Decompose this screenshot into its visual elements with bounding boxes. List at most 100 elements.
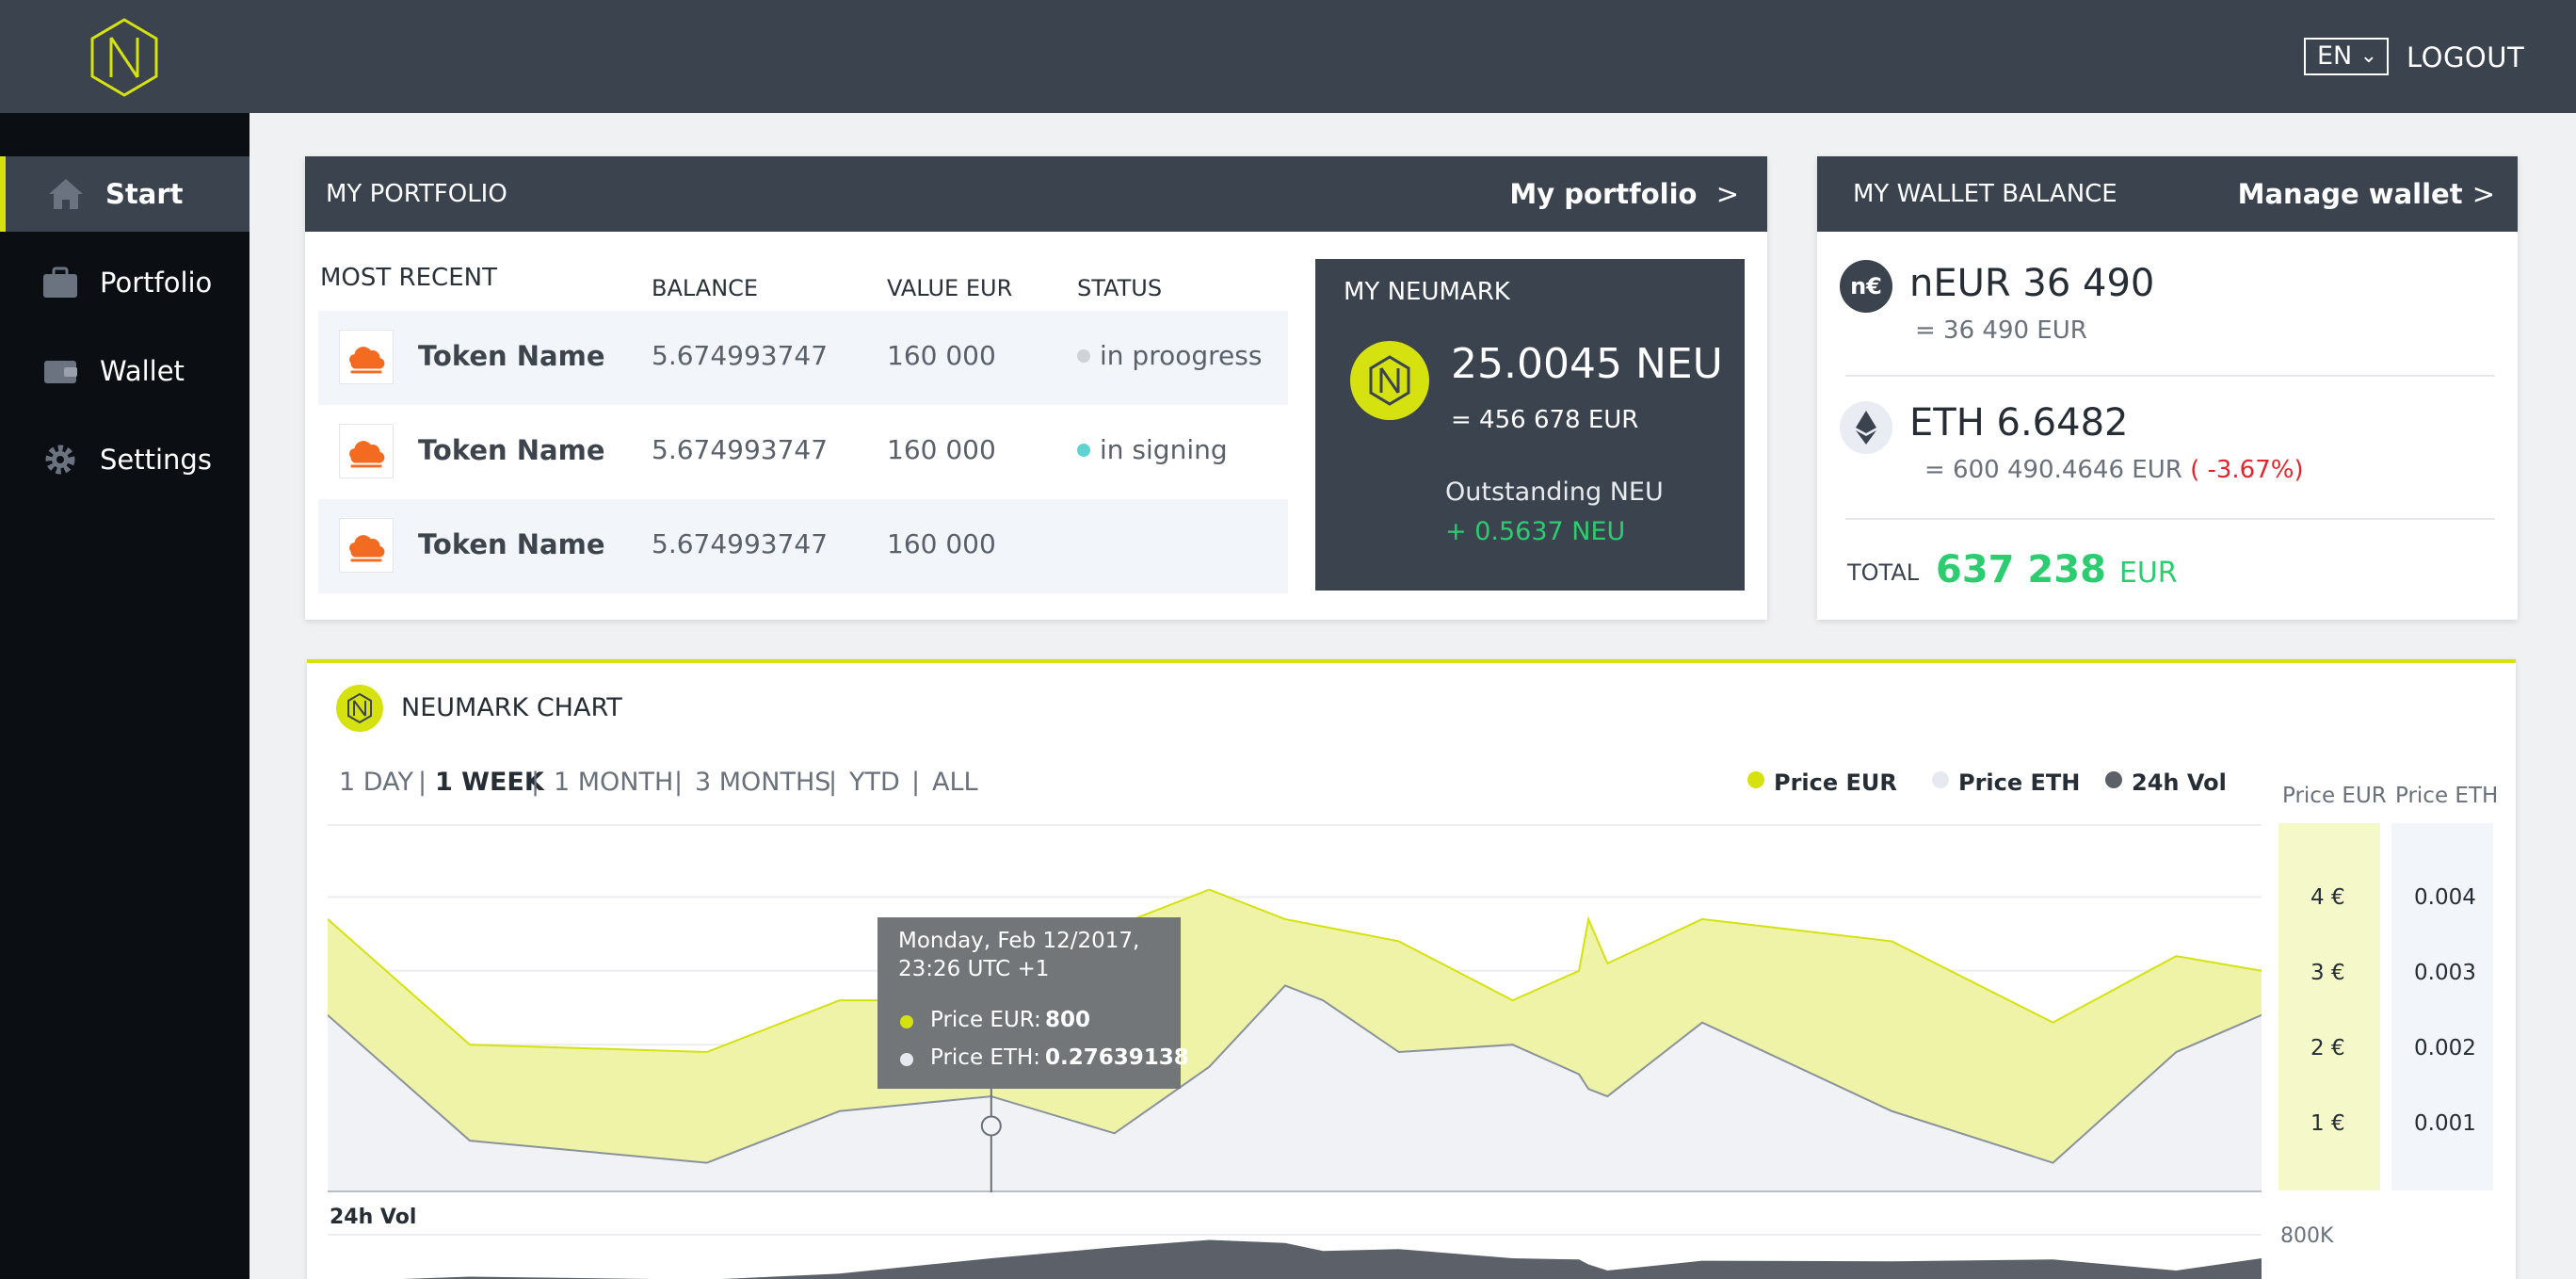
sidebar-item-start[interactable]: Start xyxy=(0,156,250,232)
language-value: EN xyxy=(2317,41,2353,71)
sidebar-item-label: Portfolio xyxy=(100,267,213,299)
my-neumark-box: MY NEUMARK 25.0045 NEU = 456 678 EUR Out… xyxy=(1315,259,1745,591)
eth-tick: 0.004 xyxy=(2414,885,2476,910)
tooltip-eth-dot xyxy=(900,1053,913,1066)
token-value: 160 000 xyxy=(887,528,996,559)
legend-price-eur[interactable]: Price EUR xyxy=(1747,769,1897,797)
ethereum-icon xyxy=(1840,401,1892,454)
legend-24h-vol[interactable]: 24h Vol xyxy=(2105,769,2227,797)
most-recent-label: MOST RECENT xyxy=(320,264,497,292)
token-value: 160 000 xyxy=(887,340,996,371)
axis-column-eth: 0.004 0.003 0.002 0.001 xyxy=(2391,823,2493,1190)
sidebar-item-label: Settings xyxy=(100,444,212,476)
top-bar: EN ⌄ LOGOUT xyxy=(0,0,2576,113)
my-neumark-title: MY NEUMARK xyxy=(1344,278,1510,306)
sidebar-item-wallet[interactable]: Wallet xyxy=(0,333,250,409)
chart-tooltip: Monday, Feb 12/2017, 23:26 UTC +1 Price … xyxy=(877,917,1189,1089)
axis-column-eur: 4 € 3 € 2 € 1 € xyxy=(2278,823,2380,1190)
manage-wallet-link[interactable]: Manage wallet > xyxy=(2238,177,2495,211)
chevron-right-icon: > xyxy=(1715,178,1739,210)
status-dot xyxy=(1077,349,1090,363)
range-separator: | xyxy=(674,768,684,797)
token-balance: 5.674993747 xyxy=(652,434,829,465)
range-1-day[interactable]: 1 DAY xyxy=(339,767,413,799)
axis-header-eur: Price EUR xyxy=(2282,784,2387,808)
eth-tick: 0.002 xyxy=(2414,1036,2476,1060)
vol-tick: 800K xyxy=(2280,1224,2334,1248)
eur-tick: 4 € xyxy=(2310,885,2345,910)
sidebar-item-label: Start xyxy=(105,178,184,210)
my-portfolio-link[interactable]: My portfolio > xyxy=(1509,177,1739,211)
sidebar-item-label: Wallet xyxy=(100,355,185,387)
neumark-eur-value: = 456 678 EUR xyxy=(1451,406,1639,434)
tooltip-eur-value: 800 xyxy=(1045,1008,1091,1032)
token-balance: 5.674993747 xyxy=(652,528,829,559)
neumark-logo[interactable] xyxy=(89,17,160,98)
price-chart[interactable] xyxy=(328,823,2262,1192)
total-label: TOTAL xyxy=(1847,559,1920,586)
neumark-coin-icon xyxy=(1350,341,1429,420)
eth-tick: 0.003 xyxy=(2414,961,2476,985)
outstanding-neu-label: Outstanding NEU xyxy=(1445,478,1664,507)
range-ytd[interactable]: YTD xyxy=(849,767,900,799)
total-value: 637 238 EUR xyxy=(1936,548,2178,591)
token-name: Token Name xyxy=(418,340,605,372)
range-1-month[interactable]: 1 MONTH xyxy=(554,767,673,799)
table-row[interactable]: Token Name 5.674993747 160 000 in signin… xyxy=(318,405,1288,499)
range-1-week[interactable]: 1 WEEK xyxy=(435,767,544,799)
portfolio-title: MY PORTFOLIO xyxy=(326,180,507,208)
token-balance: 5.674993747 xyxy=(652,340,829,371)
sidebar: Start Portfolio Wallet Settings xyxy=(0,113,250,1279)
tooltip-date: Monday, Feb 12/2017, xyxy=(898,929,1140,953)
tooltip-eur-dot xyxy=(900,1015,913,1028)
status-dot xyxy=(1077,444,1090,457)
range-separator: | xyxy=(418,768,427,797)
chevron-down-icon: ⌄ xyxy=(2359,44,2377,68)
token-status: in signing xyxy=(1077,434,1228,465)
token-name: Token Name xyxy=(418,528,605,560)
token-value: 160 000 xyxy=(887,434,996,465)
column-header-balance: BALANCE xyxy=(652,275,759,301)
sidebar-item-settings[interactable]: Settings xyxy=(0,422,250,497)
divider xyxy=(1845,375,2495,377)
portfolio-header: MY PORTFOLIO My portfolio > xyxy=(305,156,1767,232)
legend-dot xyxy=(1932,771,1949,788)
logout-button[interactable]: LOGOUT xyxy=(2407,40,2524,75)
range-separator: | xyxy=(911,768,921,797)
wallet-header: MY WALLET BALANCE Manage wallet > xyxy=(1817,156,2518,232)
home-icon xyxy=(49,179,83,209)
neumark-amount: 25.0045 NEU xyxy=(1451,340,1723,388)
range-separator: | xyxy=(531,768,540,797)
eth-eur-value: = 600 490.4646 EUR ( -3.67%) xyxy=(1924,456,2304,484)
token-status: in proogress xyxy=(1077,340,1262,371)
neur-amount: nEUR 36 490 xyxy=(1909,262,2155,305)
volume-chart xyxy=(328,1234,2262,1279)
chart-title: NEUMARK CHART xyxy=(401,693,622,722)
portfolio-panel: MY PORTFOLIO My portfolio > MOST RECENT … xyxy=(305,156,1767,620)
table-row[interactable]: Token Name 5.674993747 160 000 in proogr… xyxy=(318,311,1288,405)
column-header-status: STATUS xyxy=(1077,275,1163,301)
tooltip-eth-label: Price ETH: xyxy=(930,1045,1041,1070)
legend-price-eth[interactable]: Price ETH xyxy=(1932,769,2080,797)
outstanding-neu-value: + 0.5637 NEU xyxy=(1445,517,1626,546)
neumark-chart-panel: NEUMARK CHART 1 DAY | 1 WEEK | 1 MONTH |… xyxy=(307,659,2516,1279)
table-row[interactable]: Token Name 5.674993747 160 000 xyxy=(318,499,1288,593)
token-icon xyxy=(339,518,394,573)
token-icon xyxy=(339,424,394,478)
language-select[interactable]: EN ⌄ xyxy=(2304,38,2389,75)
chevron-right-icon: > xyxy=(2471,178,2495,210)
hover-point-eth xyxy=(980,1115,1002,1137)
eur-tick: 2 € xyxy=(2310,1036,2345,1060)
range-3-months[interactable]: 3 MONTHS xyxy=(695,767,830,799)
eth-tick: 0.001 xyxy=(2414,1111,2476,1136)
gear-icon xyxy=(45,445,75,475)
vol-label: 24h Vol xyxy=(330,1206,417,1229)
neur-icon: n€ xyxy=(1840,260,1892,313)
sidebar-item-portfolio[interactable]: Portfolio xyxy=(0,245,250,320)
eth-change: ( -3.67%) xyxy=(2190,456,2304,484)
divider xyxy=(1845,518,2495,520)
axis-header-eth: Price ETH xyxy=(2395,784,2499,808)
tooltip-eur-label: Price EUR: xyxy=(930,1008,1041,1032)
wallet-icon xyxy=(44,361,77,383)
range-all[interactable]: ALL xyxy=(932,767,978,799)
